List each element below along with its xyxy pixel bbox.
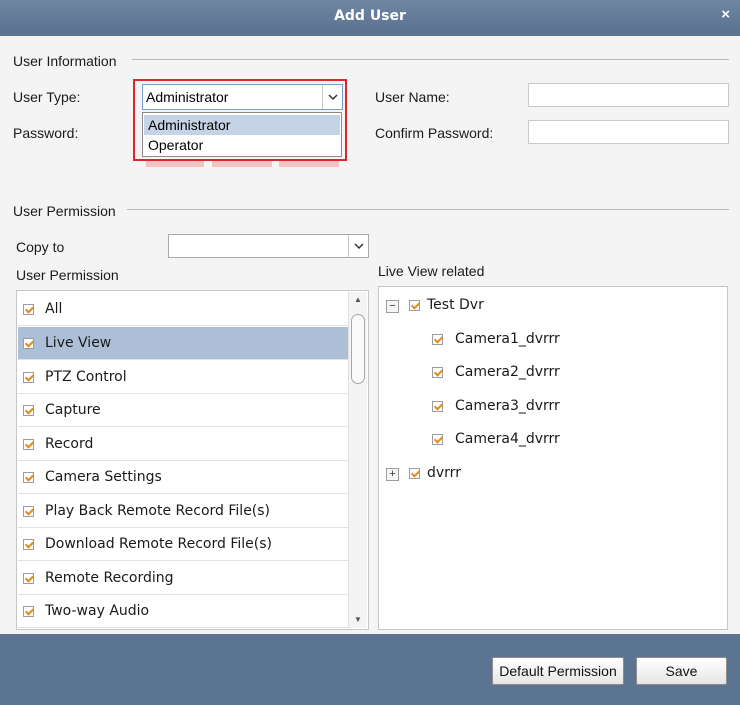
checkbox[interactable]: [409, 468, 420, 479]
list-item[interactable]: Play Back Remote Record File(s): [18, 495, 348, 528]
chevron-down-icon[interactable]: [348, 235, 368, 257]
user-information-heading: User Information: [13, 53, 117, 69]
scroll-up-icon[interactable]: ▲: [349, 292, 367, 308]
add-user-dialog: Add User × User Information User Type: P…: [0, 0, 740, 705]
dialog-footer: Default Permission Save: [0, 634, 740, 705]
user-name-label: User Name:: [375, 89, 450, 105]
list-item[interactable]: Download Remote Record File(s): [18, 528, 348, 561]
copy-to-label: Copy to: [16, 239, 65, 255]
checkbox[interactable]: [409, 300, 420, 311]
password-label: Password:: [13, 125, 79, 141]
checkbox[interactable]: [432, 401, 443, 412]
scroll-thumb[interactable]: [351, 314, 365, 384]
user-permission-divider: [127, 209, 729, 210]
user-permission-heading: User Permission: [13, 203, 116, 219]
list-item[interactable]: Camera Settings: [18, 461, 348, 494]
checkbox[interactable]: [23, 472, 34, 483]
list-item[interactable]: Record: [18, 428, 348, 461]
checkbox[interactable]: [23, 338, 34, 349]
list-item[interactable]: Remote Recording: [18, 562, 348, 595]
confirm-password-field[interactable]: [528, 120, 729, 144]
list-item[interactable]: Live View: [18, 327, 348, 360]
list-item[interactable]: All: [18, 293, 348, 326]
checkbox[interactable]: [23, 405, 34, 416]
copy-to-select[interactable]: [168, 234, 369, 258]
password-strength-weak: [146, 161, 204, 167]
checkbox[interactable]: [23, 304, 34, 315]
checkbox[interactable]: [432, 367, 443, 378]
user-permission-list[interactable]: All Live View PTZ Control Capture Record…: [16, 290, 369, 630]
save-button[interactable]: Save: [636, 657, 727, 685]
scroll-down-icon[interactable]: ▼: [349, 612, 367, 628]
annotation-highlight-box: [133, 79, 347, 161]
title-bar[interactable]: Add User ×: [0, 0, 740, 34]
list-item[interactable]: PTZ Control: [18, 361, 348, 394]
close-icon[interactable]: ×: [721, 6, 730, 23]
checkbox[interactable]: [23, 573, 34, 584]
checkbox[interactable]: [23, 539, 34, 550]
confirm-password-label: Confirm Password:: [375, 125, 494, 141]
list-item[interactable]: Capture: [18, 394, 348, 427]
live-view-related-label: Live View related: [378, 263, 485, 279]
list-item[interactable]: Two-way Audio: [18, 595, 348, 628]
user-permission-list-label: User Permission: [16, 267, 119, 283]
user-name-field[interactable]: [528, 83, 729, 107]
password-strength-medium: [212, 161, 272, 167]
dialog-title: Add User: [334, 8, 406, 24]
checkbox[interactable]: [23, 506, 34, 517]
expand-icon[interactable]: +: [386, 468, 399, 481]
checkbox[interactable]: [23, 372, 34, 383]
checkbox[interactable]: [23, 606, 34, 617]
password-strength-strong: [279, 161, 339, 167]
checkbox[interactable]: [432, 334, 443, 345]
collapse-icon[interactable]: −: [386, 300, 399, 313]
checkbox[interactable]: [23, 439, 34, 450]
user-information-divider: [132, 59, 729, 60]
user-type-label: User Type:: [13, 89, 81, 105]
default-permission-button[interactable]: Default Permission: [492, 657, 624, 685]
checkbox[interactable]: [432, 434, 443, 445]
live-view-tree[interactable]: − Test Dvr Camera1_dvrrr Camera2_dvrrr C…: [378, 286, 728, 630]
vertical-scrollbar[interactable]: ▲ ▼: [348, 292, 367, 628]
